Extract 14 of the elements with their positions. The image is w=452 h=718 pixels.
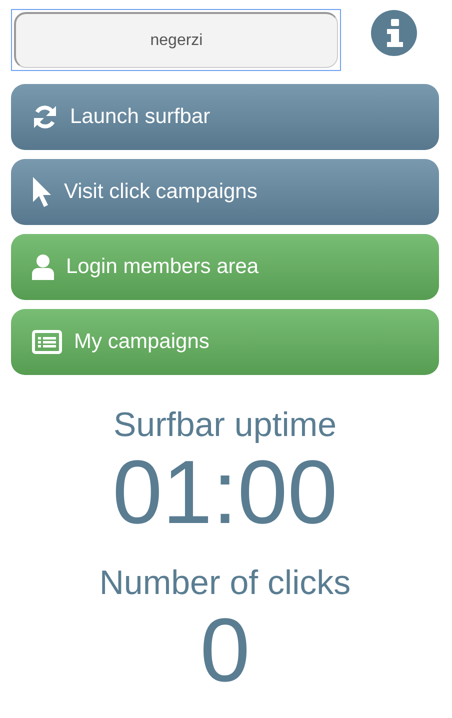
menu-button[interactable]: Visit click campaigns <box>11 159 439 225</box>
menu-button[interactable]: My campaigns <box>11 309 439 375</box>
stat-value: 01:00 <box>112 445 338 541</box>
menu-button[interactable]: Login members area <box>11 234 439 300</box>
refresh-icon <box>32 104 58 130</box>
stat-label: Surfbar uptime <box>113 405 336 445</box>
stat-value: 0 <box>200 603 250 699</box>
info-icon[interactable] <box>371 10 417 56</box>
user-icon <box>32 254 54 280</box>
list-icon <box>32 330 62 354</box>
username-field[interactable]: negerzi <box>11 9 341 71</box>
cursor-icon <box>32 176 52 208</box>
stat-label: Number of clicks <box>99 563 351 603</box>
menu-button[interactable]: Launch surfbar <box>11 84 439 150</box>
